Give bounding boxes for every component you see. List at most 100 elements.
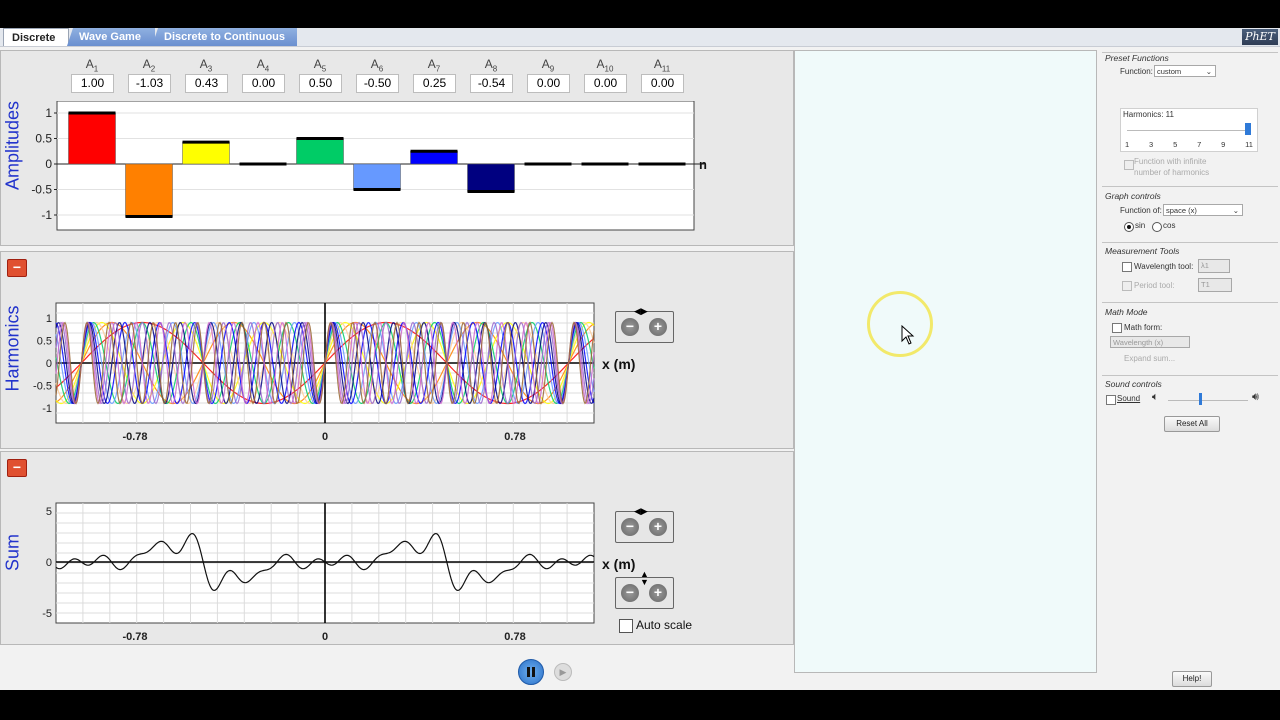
zoom-in-button[interactable]: + bbox=[649, 584, 667, 602]
amplitude-symbol: A bbox=[541, 57, 550, 71]
amplitude-input-a5[interactable]: 0.50 bbox=[299, 74, 342, 93]
zoom-out-button[interactable]: − bbox=[621, 518, 639, 536]
y-tick-label: 0.5 bbox=[35, 132, 52, 146]
n-axis-label: n bbox=[699, 157, 707, 172]
amplitude-label-a10: A10 bbox=[575, 56, 635, 74]
harmonics-slider-thumb[interactable] bbox=[1245, 123, 1251, 135]
amplitude-subscript: 5 bbox=[321, 64, 327, 74]
amplitude-input-a11[interactable]: 0.00 bbox=[641, 74, 684, 93]
reset-all-button[interactable]: Reset All bbox=[1164, 416, 1220, 432]
y-tick-label: 1 bbox=[46, 313, 52, 325]
amplitude-input-a6[interactable]: -0.50 bbox=[356, 74, 399, 93]
harmonics-slider-box: Harmonics: 11 1 3 5 7 9 11 bbox=[1120, 108, 1258, 152]
wavelength-symbol: λ1 bbox=[1201, 261, 1209, 270]
step-button[interactable]: ▶ bbox=[554, 663, 572, 681]
zoom-out-button[interactable]: − bbox=[621, 584, 639, 602]
amplitude-label-a9: A9 bbox=[518, 56, 578, 73]
amplitude-symbol: A bbox=[427, 57, 436, 71]
amplitude-input-a10[interactable]: 0.00 bbox=[584, 74, 627, 93]
tick-label: 3 bbox=[1149, 140, 1154, 149]
help-button[interactable]: Help! bbox=[1172, 671, 1212, 687]
tab-discrete[interactable]: Discrete bbox=[3, 28, 69, 46]
amplitude-subscript: 3 bbox=[207, 64, 213, 74]
collapse-sum-button[interactable]: − bbox=[7, 459, 27, 477]
infinite-harmonics-checkbox[interactable] bbox=[1124, 160, 1134, 170]
amplitude-input-a1[interactable]: 1.00 bbox=[71, 74, 114, 93]
phet-logo: PhET bbox=[1242, 29, 1278, 45]
chevron-down-icon: ⌄ bbox=[1205, 67, 1212, 76]
amplitude-bar-a5 bbox=[296, 138, 344, 165]
math-form-checkbox[interactable] bbox=[1112, 323, 1122, 333]
amplitude-input-a9[interactable]: 0.00 bbox=[527, 74, 570, 93]
amplitude-symbol: A bbox=[85, 57, 94, 71]
tick-label: 9 bbox=[1221, 140, 1226, 149]
harmonics-slider-ticks: 1 3 5 7 9 11 bbox=[1125, 140, 1253, 149]
sound-controls-title: Sound controls bbox=[1105, 379, 1162, 389]
amplitude-bar-a3 bbox=[182, 141, 230, 165]
pause-icon-bar bbox=[532, 667, 535, 677]
divider bbox=[1102, 242, 1278, 243]
expand-sum-label[interactable]: Expand sum... bbox=[1124, 354, 1175, 363]
period-select[interactable]: T1 bbox=[1198, 278, 1232, 292]
tick-label: 5 bbox=[1173, 140, 1178, 149]
amplitude-subscript: 10 bbox=[604, 64, 614, 74]
amplitude-symbol: A bbox=[256, 57, 265, 71]
y-tick-label: 0 bbox=[46, 557, 52, 569]
zoom-in-button[interactable]: + bbox=[649, 518, 667, 536]
wavelength-select[interactable]: λ1 bbox=[1198, 259, 1230, 273]
divider bbox=[1102, 186, 1278, 187]
chevron-down-icon: ⌄ bbox=[1232, 206, 1239, 215]
cos-label: cos bbox=[1163, 221, 1176, 230]
wavelength-tool-checkbox[interactable] bbox=[1122, 262, 1132, 272]
zoom-in-button[interactable]: + bbox=[649, 318, 667, 336]
function-of-label: Function of: bbox=[1120, 206, 1162, 215]
amplitude-input-a3[interactable]: 0.43 bbox=[185, 74, 228, 93]
cursor-highlight-circle bbox=[867, 291, 933, 357]
amplitude-bar-a2 bbox=[125, 163, 173, 217]
function-of-select[interactable]: space (x) ⌄ bbox=[1163, 204, 1243, 216]
amplitude-input-a2[interactable]: -1.03 bbox=[128, 74, 171, 93]
amplitude-subscript: 8 bbox=[492, 64, 498, 74]
function-select[interactable]: custom ⌄ bbox=[1154, 65, 1216, 77]
amplitude-label-a7: A7 bbox=[404, 56, 464, 73]
period-symbol: T1 bbox=[1201, 280, 1210, 289]
collapse-harmonics-button[interactable]: − bbox=[7, 259, 27, 277]
tick-label: 1 bbox=[1125, 140, 1130, 149]
pause-button[interactable] bbox=[518, 659, 544, 685]
x-tick-label: 0.78 bbox=[504, 431, 525, 443]
tab-discrete-to-continuous[interactable]: Discrete to Continuous bbox=[152, 28, 297, 46]
amplitude-symbol: A bbox=[370, 57, 379, 71]
amplitude-label-a4: A4 bbox=[233, 56, 293, 73]
math-mode-title: Math Mode bbox=[1105, 307, 1148, 317]
pause-icon bbox=[527, 667, 530, 677]
amplitude-input-a4[interactable]: 0.00 bbox=[242, 74, 285, 93]
y-tick-label: 0 bbox=[45, 157, 52, 171]
zoom-out-button[interactable]: − bbox=[621, 318, 639, 336]
amplitude-input-a7[interactable]: 0.25 bbox=[413, 74, 456, 93]
wavelength-tool-label: Wavelength tool: bbox=[1134, 262, 1194, 271]
y-tick-label: -0.5 bbox=[31, 183, 52, 197]
amplitude-symbol: A bbox=[484, 57, 493, 71]
harmonics-x-unit: x (m) bbox=[602, 356, 636, 372]
infinite-label-line-2: number of harmonics bbox=[1134, 168, 1210, 177]
phet-fourier-app: Discrete Wave Game Discrete to Continuou… bbox=[0, 28, 1280, 690]
amplitude-label-a11: A11 bbox=[632, 56, 692, 73]
sin-radio[interactable] bbox=[1124, 222, 1134, 232]
period-tool-checkbox[interactable] bbox=[1122, 281, 1132, 291]
tab-wave-game[interactable]: Wave Game bbox=[67, 28, 155, 46]
measurement-tools-title: Measurement Tools bbox=[1105, 246, 1180, 256]
auto-scale-checkbox[interactable] bbox=[619, 619, 633, 633]
math-form-select[interactable]: Wavelength (x) bbox=[1110, 336, 1190, 348]
volume-slider-thumb[interactable] bbox=[1199, 393, 1202, 405]
amplitude-subscript: 2 bbox=[150, 64, 156, 74]
mouse-cursor-icon bbox=[901, 325, 915, 345]
volume-slider-track bbox=[1168, 400, 1248, 401]
x-tick-label: 0 bbox=[322, 431, 328, 443]
sum-vertical-zoom: ▲ ▼ − + bbox=[615, 570, 674, 609]
x-tick-label: 0 bbox=[322, 631, 328, 643]
speaker-high-icon: 🔊︎ bbox=[1252, 391, 1259, 403]
cos-radio[interactable] bbox=[1152, 222, 1162, 232]
sound-checkbox[interactable] bbox=[1106, 395, 1116, 405]
amplitude-input-a8[interactable]: -0.54 bbox=[470, 74, 513, 93]
amplitude-label-a5: A5 bbox=[290, 56, 350, 74]
